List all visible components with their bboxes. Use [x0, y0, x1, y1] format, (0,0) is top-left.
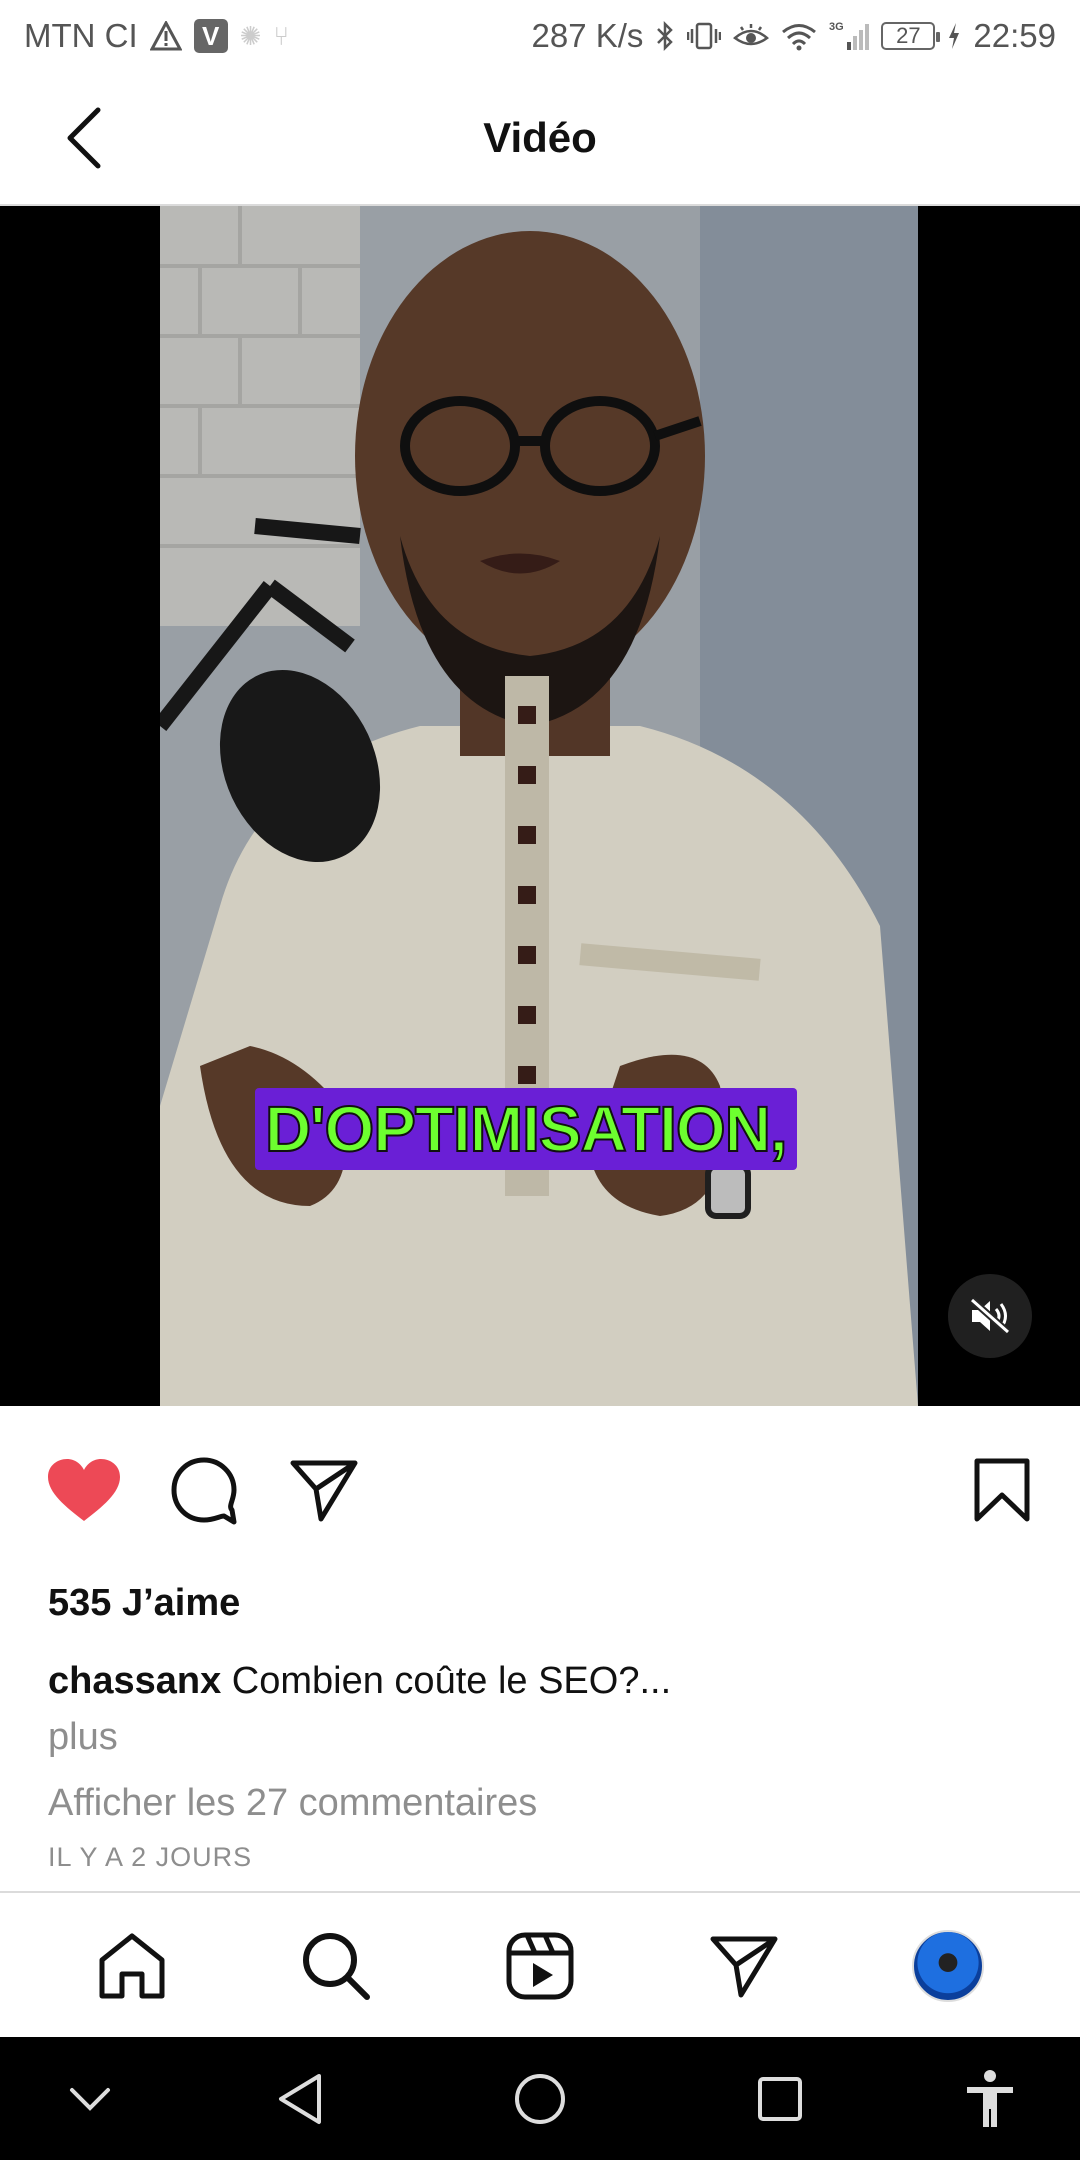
- search-icon: [303, 1933, 370, 2000]
- video-player: D'OPTIMISATION,: [0, 206, 1080, 1406]
- system-recents-button[interactable]: [740, 2059, 820, 2139]
- back-button[interactable]: [48, 102, 120, 174]
- eye-comfort-icon: [733, 22, 770, 50]
- sync-icon: ✺: [239, 20, 262, 51]
- wifi-icon: [781, 21, 817, 51]
- post-action-bar: [0, 1450, 1080, 1540]
- svg-text:3G: 3G: [829, 21, 844, 33]
- system-home-button[interactable]: [500, 2059, 580, 2139]
- chevron-down-icon: [70, 2088, 110, 2111]
- save-button[interactable]: [962, 1450, 1042, 1530]
- status-left: MTN CI V ✺ ⑂: [24, 17, 289, 55]
- circle-home-icon: [515, 2074, 565, 2124]
- video-frame[interactable]: D'OPTIMISATION,: [160, 206, 918, 1406]
- nav-direct[interactable]: [699, 1921, 789, 2011]
- top-header: Vidéo: [0, 72, 1080, 206]
- view-comments-link[interactable]: Afficher les 27 commentaires: [48, 1782, 537, 1825]
- bottom-nav: [0, 1891, 1080, 2037]
- accessibility-icon: [967, 2070, 1013, 2127]
- video-still-image: [160, 206, 918, 1406]
- carrier-name: MTN CI: [24, 17, 138, 54]
- home-icon: [99, 1933, 165, 1999]
- video-caption-overlay: D'OPTIMISATION,: [255, 1088, 797, 1170]
- status-bar: MTN CI V ✺ ⑂ 287 K/s 3G 27 22:59: [0, 0, 1080, 72]
- status-right: 287 K/s 3G 27 22:59: [531, 17, 1056, 55]
- bluetooth-icon: [655, 20, 675, 52]
- profile-avatar: [912, 1930, 984, 2002]
- clock: 22:59: [973, 17, 1056, 54]
- volume-muted-icon: [969, 1297, 1011, 1335]
- vpn-badge-icon: V: [193, 19, 228, 53]
- signal-icon: 3G: [829, 20, 870, 52]
- comment-button[interactable]: [164, 1450, 244, 1530]
- charging-icon: [947, 22, 961, 50]
- warning-icon: [149, 21, 182, 51]
- system-back-button[interactable]: [260, 2059, 340, 2139]
- bookmark-icon: [974, 1458, 1030, 1522]
- heart-icon: [48, 1459, 120, 1521]
- nav-collapse-button[interactable]: [50, 2059, 130, 2139]
- battery-icon: 27: [881, 22, 941, 50]
- comment-icon: [171, 1457, 237, 1525]
- share-button[interactable]: [284, 1450, 364, 1530]
- accessibility-button[interactable]: [950, 2059, 1030, 2139]
- system-nav-bar: [0, 2037, 1080, 2160]
- caption-username[interactable]: chassanx: [48, 1660, 221, 1702]
- caption-more-link[interactable]: plus: [48, 1716, 118, 1759]
- like-button[interactable]: [44, 1450, 124, 1530]
- chevron-left-icon: [67, 107, 101, 169]
- nav-reels[interactable]: [495, 1921, 585, 2011]
- post-timestamp: IL Y A 2 JOURS: [48, 1842, 253, 1872]
- direct-icon: [710, 1936, 778, 1998]
- nav-profile[interactable]: [903, 1921, 993, 2011]
- mute-toggle-button[interactable]: [948, 1274, 1032, 1358]
- triangle-back-icon: [279, 2074, 321, 2124]
- reels-icon: [506, 1932, 574, 2000]
- likes-count[interactable]: 535 J’aime: [48, 1582, 240, 1625]
- caption-text: Combien coûte le SEO?...: [231, 1660, 672, 1702]
- nav-search[interactable]: [291, 1921, 381, 2011]
- nav-home[interactable]: [87, 1921, 177, 2011]
- square-recents-icon: [758, 2077, 802, 2121]
- send-icon: [290, 1460, 358, 1522]
- usb-icon: ⑂: [273, 20, 290, 51]
- network-speed: 287 K/s: [531, 17, 644, 54]
- post-caption: chassanx Combien coûte le SEO?...: [48, 1660, 671, 1703]
- vibrate-icon: [687, 21, 722, 51]
- page-title: Vidéo: [483, 114, 597, 161]
